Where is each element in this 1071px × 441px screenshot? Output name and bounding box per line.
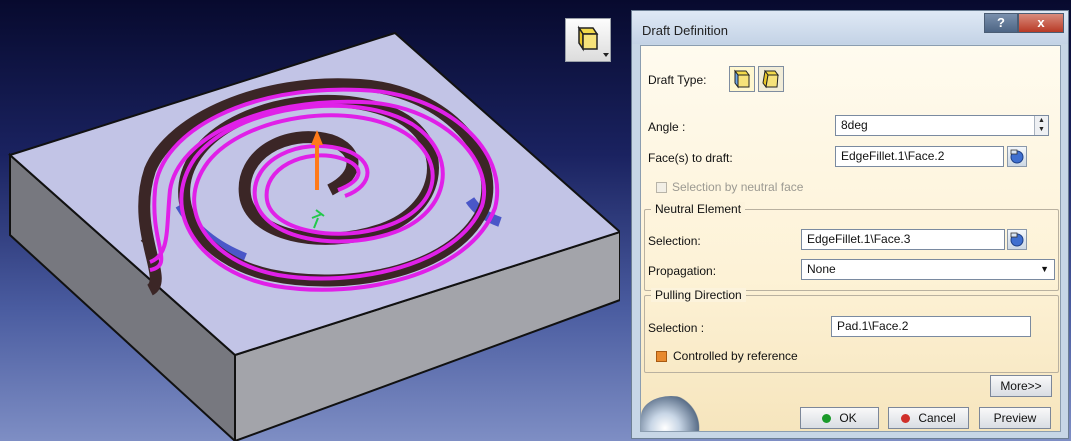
neutral-list-button[interactable] (1007, 229, 1027, 250)
spin-down-icon[interactable]: ▼ (1035, 125, 1048, 134)
faces-value: EdgeFillet.1\Face.2 (841, 149, 945, 163)
view-toolbar-button[interactable] (565, 18, 611, 62)
ok-icon (822, 414, 832, 423)
cancel-button[interactable]: Cancel (888, 407, 969, 429)
neutral-selection-value: EdgeFillet.1\Face.3 (807, 232, 911, 246)
controlled-by-reference-label: Controlled by reference (673, 349, 798, 363)
pulling-selection-field[interactable]: Pad.1\Face.2 (831, 316, 1031, 337)
cancel-icon (901, 414, 911, 423)
cancel-label: Cancel (918, 411, 956, 425)
neutral-element-group: Neutral Element Selection: EdgeFillet.1\… (644, 202, 1059, 291)
pulling-selection-label: Selection : (648, 321, 705, 335)
ok-button[interactable]: OK (800, 407, 879, 429)
angle-field[interactable]: 8deg ▲ ▼ (835, 115, 1049, 136)
help-button[interactable]: ? (984, 13, 1018, 33)
angle-value: 8deg (841, 118, 868, 132)
draft-type-variable-button[interactable] (758, 66, 784, 92)
draft-constant-icon (734, 69, 750, 89)
spin-up-icon[interactable]: ▲ (1035, 116, 1048, 125)
propagation-value: None (807, 262, 836, 276)
selection-list-icon (1010, 232, 1024, 247)
propagation-label: Propagation: (648, 264, 717, 278)
dialog-body: Draft Type: Angle : 8deg ▲ ▼ Face(s) to … (640, 45, 1061, 432)
dialog-title: Draft Definition (642, 23, 728, 38)
part-model (8, 31, 620, 441)
selection-list-icon (1010, 149, 1024, 164)
neutral-selection-field[interactable]: EdgeFillet.1\Face.3 (801, 229, 1005, 250)
preview-button[interactable]: Preview (979, 407, 1051, 429)
cube-icon (577, 25, 609, 57)
more-button[interactable]: More>> (990, 375, 1052, 397)
controlled-by-reference-checkbox[interactable] (656, 351, 667, 362)
draft-variable-icon (762, 69, 779, 89)
angle-label: Angle : (648, 120, 686, 134)
angle-spinner[interactable]: ▲ ▼ (1034, 116, 1048, 135)
neutral-element-title: Neutral Element (651, 202, 746, 216)
pulling-direction-group: Pulling Direction Selection : Pad.1\Face… (644, 288, 1059, 373)
pulling-selection-value: Pad.1\Face.2 (837, 319, 909, 333)
propagation-select[interactable]: None ▼ (801, 259, 1055, 280)
draft-definition-dialog: Draft Definition ? x Draft Type: Angle :… (631, 10, 1069, 439)
faces-list-button[interactable] (1007, 146, 1027, 167)
neutral-face-checkbox[interactable] (656, 182, 667, 193)
dialog-titlebar[interactable]: Draft Definition ? x (632, 11, 1068, 44)
faces-label: Face(s) to draft: (648, 151, 733, 165)
close-button[interactable]: x (1018, 13, 1064, 33)
neutral-face-checkbox-label: Selection by neutral face (672, 180, 804, 194)
draft-type-constant-button[interactable] (729, 66, 755, 92)
draft-type-label: Draft Type: (648, 73, 707, 87)
catia-logo (641, 396, 701, 431)
ok-label: OK (839, 411, 857, 425)
neutral-selection-label: Selection: (648, 234, 701, 248)
faces-field[interactable]: EdgeFillet.1\Face.2 (835, 146, 1004, 167)
pulling-direction-title: Pulling Direction (651, 288, 746, 302)
chevron-down-icon[interactable]: ▼ (1040, 260, 1049, 279)
